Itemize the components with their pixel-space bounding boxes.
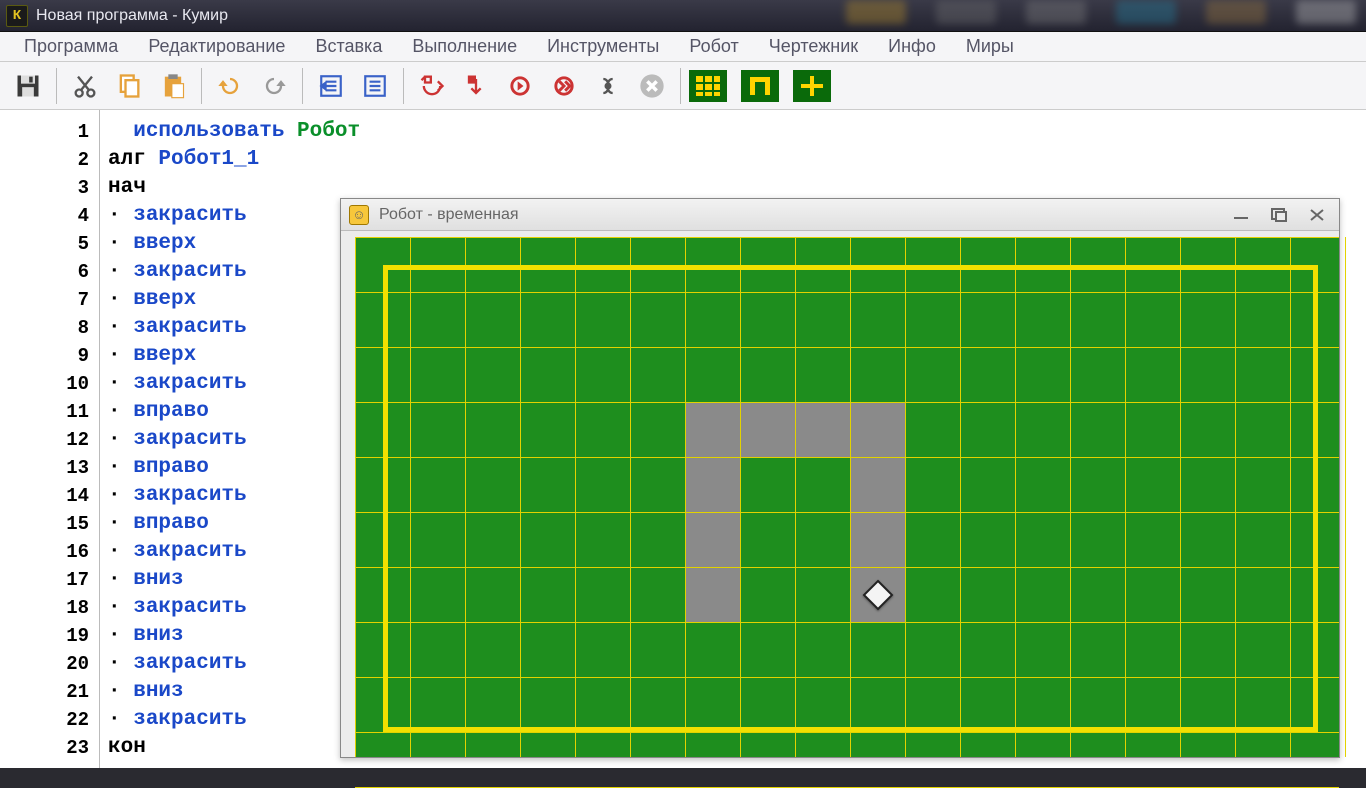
run-step-button[interactable] <box>412 66 452 106</box>
painted-cell <box>851 513 905 567</box>
painted-cell <box>686 513 740 567</box>
window-title: Новая программа - Кумир <box>36 7 228 25</box>
indent-left-button[interactable] <box>355 66 395 106</box>
separator <box>201 68 202 104</box>
menu-редактирование[interactable]: Редактирование <box>134 32 299 61</box>
separator <box>302 68 303 104</box>
menubar: ПрограммаРедактированиеВставкаВыполнение… <box>0 32 1366 62</box>
code-line[interactable]: алг Робот1_1 <box>100 146 1366 174</box>
menu-робот[interactable]: Робот <box>675 32 752 61</box>
line-gutter: 1234567891011121314151617181920212223 <box>0 110 100 768</box>
painted-cell <box>851 458 905 512</box>
menu-вставка[interactable]: Вставка <box>301 32 396 61</box>
separator <box>403 68 404 104</box>
main-titlebar: К Новая программа - Кумир <box>0 0 1366 32</box>
menu-инфо[interactable]: Инфо <box>874 32 950 61</box>
painted-cell <box>686 458 740 512</box>
run-slow-button[interactable] <box>500 66 540 106</box>
maximize-button[interactable] <box>1265 205 1293 225</box>
robot-field[interactable] <box>355 237 1339 757</box>
painted-cell <box>741 403 795 457</box>
copy-button[interactable] <box>109 66 149 106</box>
undo-button[interactable] <box>210 66 250 106</box>
menu-инструменты[interactable]: Инструменты <box>533 32 673 61</box>
menu-программа[interactable]: Программа <box>10 32 132 61</box>
menu-выполнение[interactable]: Выполнение <box>398 32 531 61</box>
indent-right-button[interactable] <box>311 66 351 106</box>
run-into-button[interactable] <box>456 66 496 106</box>
painted-cell <box>686 568 740 622</box>
robot-sprite <box>861 578 895 612</box>
robot-wall-button[interactable] <box>741 70 779 102</box>
separator <box>680 68 681 104</box>
robot-titlebar[interactable]: ☺ Робот - временная <box>341 199 1339 231</box>
robot-window[interactable]: ☺ Робот - временная <box>340 198 1340 758</box>
painted-cell <box>796 403 850 457</box>
robot-app-icon: ☺ <box>349 205 369 225</box>
robot-window-title: Робот - временная <box>379 206 519 224</box>
painted-cell <box>851 403 905 457</box>
toolbar <box>0 62 1366 110</box>
save-button[interactable] <box>8 66 48 106</box>
run-button[interactable] <box>588 66 628 106</box>
run-fast-button[interactable] <box>544 66 584 106</box>
robot-cross-button[interactable] <box>793 70 831 102</box>
robot-grid-button[interactable] <box>689 70 727 102</box>
minimize-button[interactable] <box>1227 205 1255 225</box>
paste-button[interactable] <box>153 66 193 106</box>
stop-button[interactable] <box>632 66 672 106</box>
menu-миры[interactable]: Миры <box>952 32 1028 61</box>
menu-чертежник[interactable]: Чертежник <box>755 32 872 61</box>
close-button[interactable] <box>1303 205 1331 225</box>
code-line[interactable]: использовать Робот <box>100 118 1366 146</box>
painted-cell <box>686 403 740 457</box>
taskbar-blur <box>846 0 1356 30</box>
separator <box>56 68 57 104</box>
cut-button[interactable] <box>65 66 105 106</box>
app-icon: К <box>6 5 28 27</box>
redo-button[interactable] <box>254 66 294 106</box>
